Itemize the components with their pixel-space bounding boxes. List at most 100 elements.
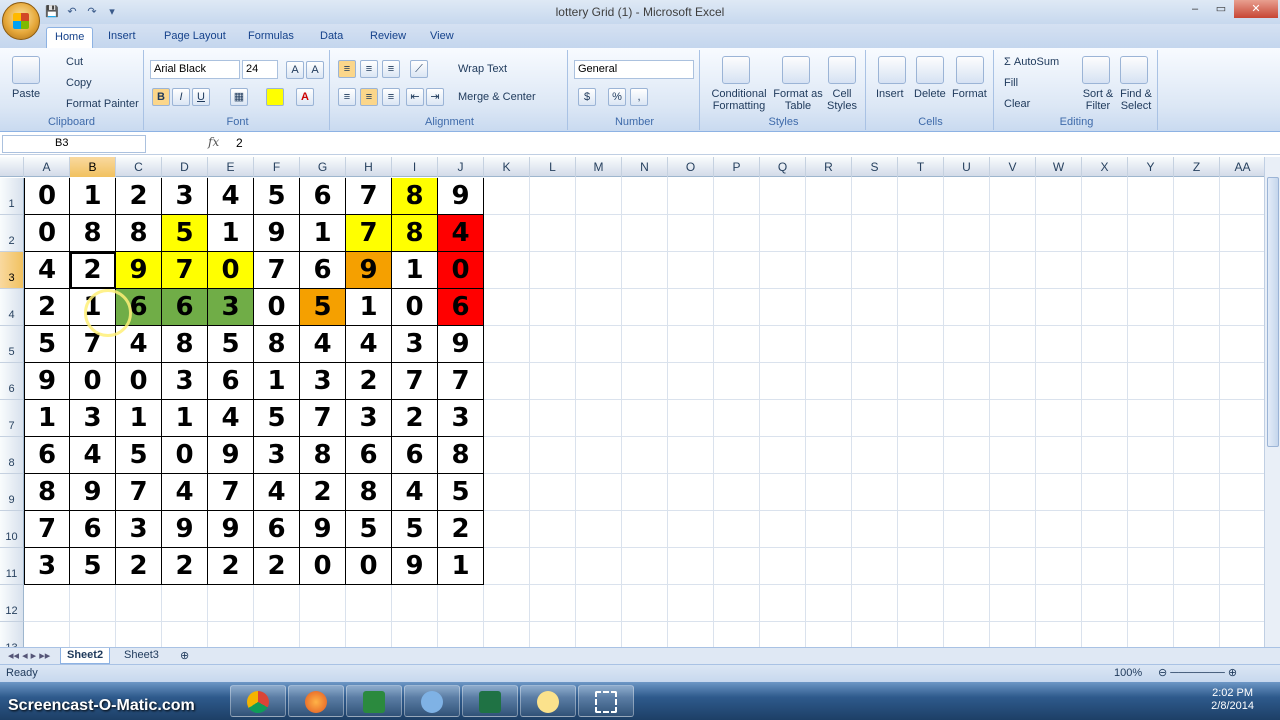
cell-J9[interactable]: 5 bbox=[438, 474, 484, 511]
tab-review[interactable]: Review bbox=[362, 27, 414, 48]
cell-A5[interactable]: 5 bbox=[24, 326, 70, 363]
cell-A1[interactable]: 0 bbox=[24, 178, 70, 215]
cell-G5[interactable]: 4 bbox=[300, 326, 346, 363]
font-family-select[interactable]: Arial Black bbox=[150, 60, 240, 79]
cell-E10[interactable]: 9 bbox=[208, 511, 254, 548]
close-button[interactable]: ✕ bbox=[1234, 0, 1278, 18]
taskbar-firefox[interactable] bbox=[288, 685, 344, 717]
cell-G9[interactable]: 2 bbox=[300, 474, 346, 511]
insert-button[interactable]: Insert bbox=[876, 88, 904, 100]
delete-cells-icon[interactable] bbox=[916, 56, 944, 84]
column-header-Q[interactable]: Q bbox=[760, 157, 806, 177]
tab-view[interactable]: View bbox=[422, 27, 462, 48]
cell-G1[interactable]: 6 bbox=[300, 178, 346, 215]
cell-J4[interactable]: 6 bbox=[438, 289, 484, 326]
cell-G10[interactable]: 9 bbox=[300, 511, 346, 548]
cell-D9[interactable]: 4 bbox=[162, 474, 208, 511]
format-as-table-button[interactable]: Format as Table bbox=[772, 88, 824, 112]
cell-D8[interactable]: 0 bbox=[162, 437, 208, 474]
format-cells-icon[interactable] bbox=[956, 56, 984, 84]
cell-D7[interactable]: 1 bbox=[162, 400, 208, 437]
tab-page-layout[interactable]: Page Layout bbox=[156, 27, 234, 48]
cell-I10[interactable]: 5 bbox=[392, 511, 438, 548]
cell-J6[interactable]: 7 bbox=[438, 363, 484, 400]
cell-I7[interactable]: 2 bbox=[392, 400, 438, 437]
row-header-9[interactable]: 9 bbox=[0, 474, 24, 511]
column-header-F[interactable]: F bbox=[254, 157, 300, 177]
cell-J11[interactable]: 1 bbox=[438, 548, 484, 585]
bold-button[interactable]: B bbox=[152, 88, 170, 106]
cell-J7[interactable]: 3 bbox=[438, 400, 484, 437]
cell-F10[interactable]: 6 bbox=[254, 511, 300, 548]
column-header-I[interactable]: I bbox=[392, 157, 438, 177]
column-header-S[interactable]: S bbox=[852, 157, 898, 177]
format-as-table-icon[interactable] bbox=[782, 56, 810, 84]
cell-I5[interactable]: 3 bbox=[392, 326, 438, 363]
find-select-icon[interactable] bbox=[1120, 56, 1148, 84]
column-header-J[interactable]: J bbox=[438, 157, 484, 177]
column-header-AA[interactable]: AA bbox=[1220, 157, 1264, 177]
cell-styles-button[interactable]: Cell Styles bbox=[822, 88, 862, 112]
cell-G4[interactable]: 5 bbox=[300, 289, 346, 326]
copy-button[interactable]: Copy bbox=[66, 77, 92, 89]
cell-A4[interactable]: 2 bbox=[24, 289, 70, 326]
cell-D4[interactable]: 6 bbox=[162, 289, 208, 326]
tab-data[interactable]: Data bbox=[312, 27, 351, 48]
cell-H7[interactable]: 3 bbox=[346, 400, 392, 437]
cell-H2[interactable]: 7 bbox=[346, 215, 392, 252]
underline-button[interactable]: U bbox=[192, 88, 210, 106]
cell-B5[interactable]: 7 bbox=[70, 326, 116, 363]
column-header-C[interactable]: C bbox=[116, 157, 162, 177]
cell-D5[interactable]: 8 bbox=[162, 326, 208, 363]
cell-G3[interactable]: 6 bbox=[300, 252, 346, 289]
cell-J5[interactable]: 9 bbox=[438, 326, 484, 363]
cell-F1[interactable]: 5 bbox=[254, 178, 300, 215]
cell-B9[interactable]: 9 bbox=[70, 474, 116, 511]
cell-I6[interactable]: 7 bbox=[392, 363, 438, 400]
cell-G7[interactable]: 7 bbox=[300, 400, 346, 437]
cell-G6[interactable]: 3 bbox=[300, 363, 346, 400]
paste-button[interactable]: Paste bbox=[12, 88, 40, 100]
row-header-8[interactable]: 8 bbox=[0, 437, 24, 474]
cell-E11[interactable]: 2 bbox=[208, 548, 254, 585]
taskbar-excel-window[interactable] bbox=[462, 685, 518, 717]
row-header-10[interactable]: 10 bbox=[0, 511, 24, 548]
column-header-Y[interactable]: Y bbox=[1128, 157, 1174, 177]
fill-color-icon[interactable] bbox=[266, 88, 284, 106]
cell-C3[interactable]: 9 bbox=[116, 252, 162, 289]
formula-input[interactable]: 2 bbox=[236, 136, 243, 150]
row-header-2[interactable]: 2 bbox=[0, 215, 24, 252]
worksheet[interactable]: A B C D E F G H I J K L M N O P Q R S T U V W X Y Z AA 1 2 3 4 5 6 7 8 9 10… bbox=[0, 157, 1264, 647]
column-header-E[interactable]: E bbox=[208, 157, 254, 177]
column-header-H[interactable]: H bbox=[346, 157, 392, 177]
cell-B8[interactable]: 4 bbox=[70, 437, 116, 474]
minimize-button[interactable]: – bbox=[1182, 0, 1208, 18]
cell-D3[interactable]: 7 bbox=[162, 252, 208, 289]
comma-button[interactable]: , bbox=[630, 88, 648, 106]
column-header-L[interactable]: L bbox=[530, 157, 576, 177]
cell-C2[interactable]: 8 bbox=[116, 215, 162, 252]
cell-F3[interactable]: 7 bbox=[254, 252, 300, 289]
fill-button[interactable]: Fill bbox=[1004, 77, 1018, 89]
column-header-M[interactable]: M bbox=[576, 157, 622, 177]
cell-A11[interactable]: 3 bbox=[24, 548, 70, 585]
cell-B1[interactable]: 1 bbox=[70, 178, 116, 215]
row-header-12[interactable]: 12 bbox=[0, 585, 24, 622]
cell-E6[interactable]: 6 bbox=[208, 363, 254, 400]
cell-I1[interactable]: 8 bbox=[392, 178, 438, 215]
insert-sheet-icon[interactable]: ⊕ bbox=[174, 648, 195, 664]
merge-center-button[interactable]: Merge & Center bbox=[458, 91, 536, 103]
row-header-5[interactable]: 5 bbox=[0, 326, 24, 363]
cell-F6[interactable]: 1 bbox=[254, 363, 300, 400]
align-middle-icon[interactable]: ≡ bbox=[360, 60, 378, 78]
cell-F11[interactable]: 2 bbox=[254, 548, 300, 585]
cell-C5[interactable]: 4 bbox=[116, 326, 162, 363]
cut-button[interactable]: Cut bbox=[66, 56, 83, 68]
column-header-U[interactable]: U bbox=[944, 157, 990, 177]
row-header-4[interactable]: 4 bbox=[0, 289, 24, 326]
column-header-X[interactable]: X bbox=[1082, 157, 1128, 177]
font-color-icon[interactable]: A bbox=[296, 88, 314, 106]
cell-A2[interactable]: 0 bbox=[24, 215, 70, 252]
cell-F4[interactable]: 0 bbox=[254, 289, 300, 326]
cell-B10[interactable]: 6 bbox=[70, 511, 116, 548]
